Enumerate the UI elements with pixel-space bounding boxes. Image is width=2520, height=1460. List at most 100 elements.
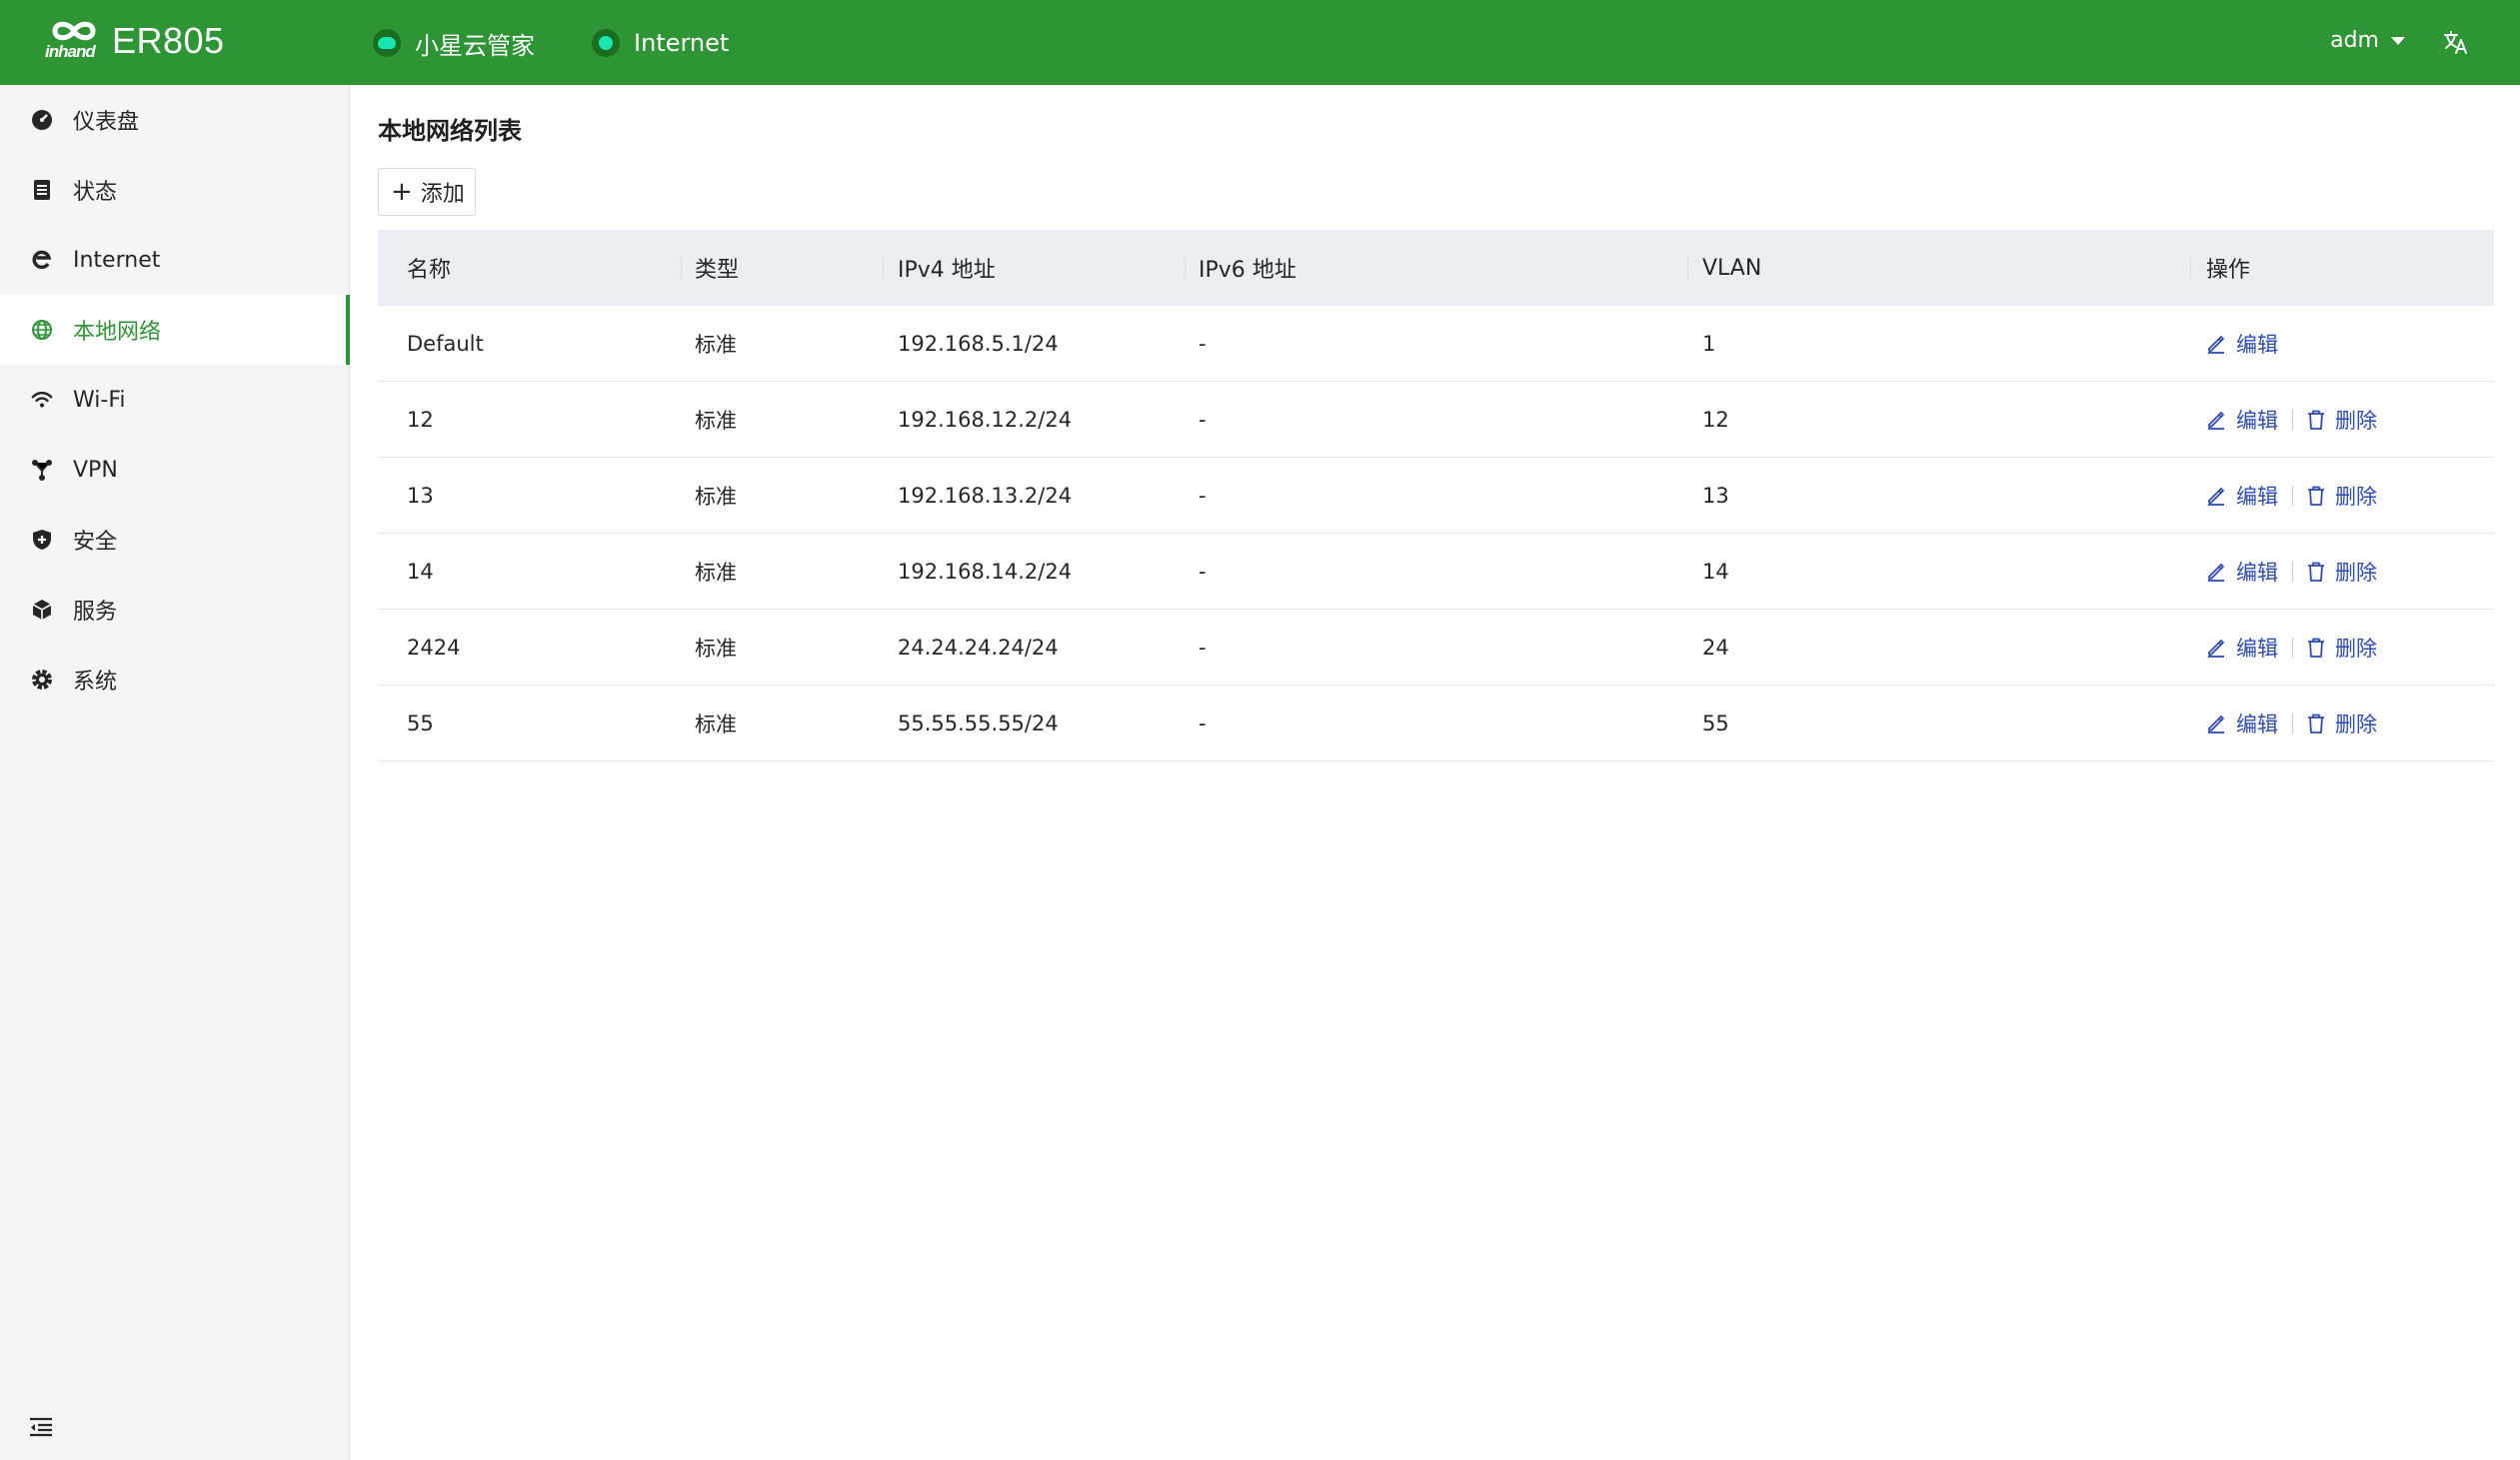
add-button[interactable]: + 添加	[378, 168, 476, 216]
cell-vlan: 12	[1702, 407, 1729, 432]
sidebar-item-label: 服务	[73, 600, 118, 625]
sidebar-item-label: 安全	[73, 530, 118, 555]
caret-down-icon	[2391, 36, 2405, 45]
cell-actions: 编辑	[2190, 306, 2494, 381]
cell-vlan: 1	[1702, 331, 1716, 356]
table-header: 名称 类型 IPv4 地址 IPv6 地址 VLAN 操作	[378, 230, 2494, 306]
edit-icon	[2208, 335, 2224, 354]
internet-status[interactable]: Internet	[592, 26, 729, 60]
column-header-ipv6: IPv6 地址	[1185, 230, 1687, 306]
delete-button[interactable]: 删除	[2307, 633, 2377, 663]
cell-actions: 编辑 删除	[2190, 686, 2494, 760]
translate-icon[interactable]	[2442, 28, 2472, 58]
column-header-name: 名称	[407, 258, 452, 283]
cube-icon	[31, 599, 53, 621]
cell-name: Default	[407, 331, 484, 356]
cell-vlan: 55	[1702, 711, 1729, 735]
cell-type: 标准	[695, 408, 737, 433]
sidebar-item-dashboard[interactable]: 仪表盘	[0, 85, 350, 155]
sidebar-item-label: 状态	[73, 180, 118, 205]
sidebar-item-label: Wi-Fi	[73, 387, 126, 413]
edit-button[interactable]: 编辑	[2206, 633, 2278, 663]
cell-name: 2424	[407, 635, 461, 660]
column-header-actions: 操作	[2190, 230, 2494, 306]
edit-label: 编辑	[2236, 560, 2278, 585]
trash-icon	[2308, 562, 2324, 582]
edit-icon	[2208, 411, 2224, 430]
delete-button[interactable]: 删除	[2307, 557, 2377, 587]
edit-button[interactable]: 编辑	[2206, 405, 2278, 435]
local-network-table: 名称 类型 IPv4 地址 IPv6 地址 VLAN 操作 Default 标准…	[378, 230, 2494, 761]
delete-button[interactable]: 删除	[2307, 709, 2377, 738]
delete-label: 删除	[2335, 636, 2377, 661]
username: adm	[2330, 28, 2379, 53]
dashboard-icon	[31, 109, 53, 131]
table-row: 13 标准 192.168.13.2/24 - 13 编辑 删除	[378, 458, 2494, 534]
edit-button[interactable]: 编辑	[2206, 329, 2278, 359]
status-list-icon	[31, 179, 53, 201]
table-row: 2424 标准 24.24.24.24/24 - 24 编辑 删除	[378, 610, 2494, 686]
sidebar-item-security[interactable]: 安全	[0, 505, 350, 575]
cell-ipv6: -	[1199, 559, 1207, 584]
cell-name: 14	[407, 559, 434, 584]
cell-actions: 编辑 删除	[2190, 458, 2494, 533]
sidebar-item-label: 本地网络	[73, 320, 162, 345]
action-divider	[2292, 637, 2293, 658]
table-row: 12 标准 192.168.12.2/24 - 12 编辑 删除	[378, 382, 2494, 458]
edit-button[interactable]: 编辑	[2206, 557, 2278, 587]
cell-type: 标准	[695, 636, 737, 661]
table-row: 14 标准 192.168.14.2/24 - 14 编辑 删除	[378, 534, 2494, 610]
trash-icon	[2308, 486, 2324, 506]
shield-icon	[31, 529, 53, 551]
column-header-vlan: VLAN	[1687, 230, 2190, 306]
sidebar-item-local-network[interactable]: 本地网络	[0, 295, 350, 365]
logo-brand-text: inhand	[45, 42, 96, 61]
edit-icon	[2208, 487, 2224, 506]
cell-ipv6: -	[1199, 635, 1207, 660]
action-divider	[2292, 485, 2293, 506]
delete-label: 删除	[2335, 408, 2377, 433]
delete-label: 删除	[2335, 560, 2377, 585]
collapse-menu-icon[interactable]	[28, 1416, 56, 1440]
delete-label: 删除	[2335, 712, 2377, 736]
delete-button[interactable]: 删除	[2307, 481, 2377, 511]
cell-ipv4: 192.168.12.2/24	[898, 407, 1073, 432]
cell-type: 标准	[695, 484, 737, 509]
sidebar-item-internet[interactable]: Internet	[0, 225, 350, 295]
sidebar-item-wifi[interactable]: Wi-Fi	[0, 365, 350, 435]
cloud-icon	[373, 29, 401, 57]
cell-vlan: 14	[1702, 559, 1729, 584]
logo[interactable]: inhand ER805	[45, 16, 225, 66]
internet-icon	[31, 249, 53, 271]
action-divider	[2292, 409, 2293, 430]
column-header-type: 类型	[681, 230, 883, 306]
trash-icon	[2308, 638, 2324, 658]
delete-button[interactable]: 删除	[2307, 405, 2377, 435]
main-content: 本地网络列表 + 添加 名称 类型 IPv4 地址 IPv6 地址 VLAN 操…	[351, 85, 2520, 1460]
cell-name: 55	[407, 711, 434, 735]
user-menu[interactable]: adm	[2330, 28, 2405, 53]
wifi-icon	[31, 389, 53, 411]
cell-ipv6: -	[1199, 331, 1207, 356]
cell-vlan: 24	[1702, 635, 1729, 660]
cell-actions: 编辑 删除	[2190, 610, 2494, 685]
edit-button[interactable]: 编辑	[2206, 709, 2278, 738]
cloud-status[interactable]: 小星云管家	[373, 26, 535, 60]
sidebar-item-services[interactable]: 服务	[0, 575, 350, 645]
cell-ipv6: -	[1199, 407, 1207, 432]
sidebar-item-label: Internet	[73, 247, 161, 273]
plus-icon: +	[391, 177, 413, 207]
top-bar: inhand ER805 小星云管家 Internet adm	[0, 0, 2520, 85]
cell-actions: 编辑 删除	[2190, 382, 2494, 457]
cell-ipv4: 55.55.55.55/24	[898, 711, 1059, 735]
edit-icon	[2208, 715, 2224, 733]
edit-label: 编辑	[2236, 636, 2278, 661]
edit-button[interactable]: 编辑	[2206, 481, 2278, 511]
edit-label: 编辑	[2236, 332, 2278, 357]
sidebar-item-label: 仪表盘	[73, 110, 140, 135]
sidebar-item-status[interactable]: 状态	[0, 155, 350, 225]
sidebar-item-vpn[interactable]: VPN	[0, 435, 350, 505]
sidebar-item-system[interactable]: 系统	[0, 645, 350, 715]
sidebar-item-label: 系统	[73, 670, 118, 695]
edit-icon	[2208, 639, 2224, 658]
